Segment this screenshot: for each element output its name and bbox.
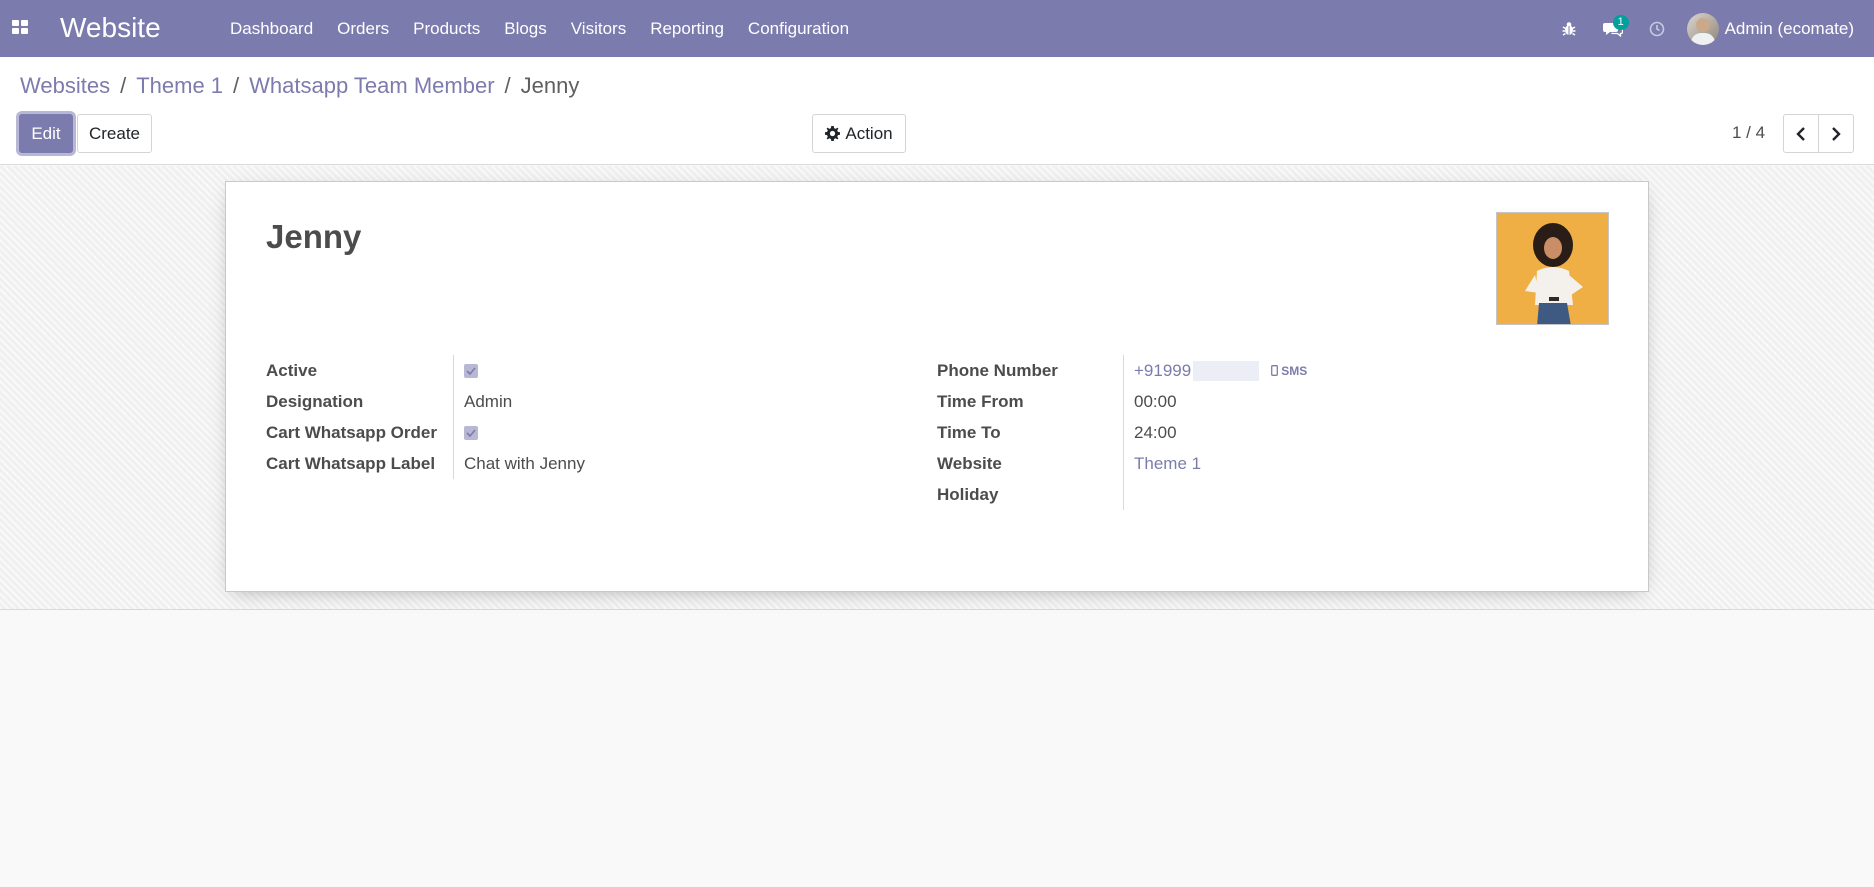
breadcrumb-separator: / bbox=[504, 73, 511, 98]
field-row-website: Website Theme 1 bbox=[937, 448, 1307, 479]
top-navbar: Website Dashboard Orders Products Blogs … bbox=[0, 0, 1874, 57]
action-button[interactable]: Action bbox=[812, 114, 906, 153]
cart-whatsapp-label-value: Chat with Jenny bbox=[464, 453, 585, 473]
field-label-designation: Designation bbox=[266, 386, 454, 417]
menu-item-configuration[interactable]: Configuration bbox=[736, 0, 861, 57]
gear-icon bbox=[825, 126, 841, 141]
field-label-holiday: Holiday bbox=[937, 479, 1124, 510]
time-from-value: 00:00 bbox=[1134, 391, 1177, 411]
sms-button[interactable]: SMS bbox=[1271, 364, 1307, 378]
field-row-cart-whatsapp-order: Cart Whatsapp Order bbox=[266, 417, 585, 448]
field-label-phone-number: Phone Number bbox=[937, 355, 1124, 386]
pager-previous-button[interactable] bbox=[1783, 114, 1819, 153]
breadcrumb: Websites / Theme 1 / Whatsapp Team Membe… bbox=[20, 73, 579, 99]
field-row-active: Active bbox=[266, 355, 585, 386]
menu-item-visitors[interactable]: Visitors bbox=[559, 0, 638, 57]
control-panel: Websites / Theme 1 / Whatsapp Team Membe… bbox=[0, 57, 1874, 165]
field-row-cart-whatsapp-label: Cart Whatsapp Label Chat with Jenny bbox=[266, 448, 585, 479]
pager-value[interactable]: 1 / 4 bbox=[1732, 123, 1765, 143]
apps-menu-icon[interactable] bbox=[12, 20, 28, 34]
user-menu[interactable]: Admin (ecomate) bbox=[1679, 0, 1874, 57]
edit-button[interactable]: Edit bbox=[19, 114, 73, 153]
field-label-cart-whatsapp-order: Cart Whatsapp Order bbox=[266, 417, 454, 448]
mobile-icon bbox=[1271, 365, 1279, 376]
bug-icon[interactable] bbox=[1547, 0, 1591, 57]
chevron-left-icon bbox=[1796, 126, 1805, 141]
breadcrumb-whatsapp-team-member[interactable]: Whatsapp Team Member bbox=[249, 73, 494, 99]
clock-icon[interactable] bbox=[1635, 0, 1679, 57]
pager-next-button[interactable] bbox=[1818, 114, 1854, 153]
menu-item-reporting[interactable]: Reporting bbox=[638, 0, 736, 57]
field-row-phone-number: Phone Number +91999 SMS bbox=[937, 355, 1307, 386]
field-label-cart-whatsapp-label: Cart Whatsapp Label bbox=[266, 448, 454, 479]
field-label-time-to: Time To bbox=[937, 417, 1124, 448]
systray: 1 Admin (ecomate) bbox=[1547, 0, 1874, 57]
field-row-holiday: Holiday bbox=[937, 479, 1307, 510]
breadcrumb-websites[interactable]: Websites bbox=[20, 73, 110, 99]
app-title[interactable]: Website bbox=[60, 12, 161, 44]
record-name: Jenny bbox=[266, 218, 362, 255]
main-menu: Dashboard Orders Products Blogs Visitors… bbox=[218, 0, 861, 57]
menu-item-orders[interactable]: Orders bbox=[325, 0, 401, 57]
phone-number-redaction bbox=[1193, 360, 1260, 381]
field-row-time-to: Time To 24:00 bbox=[937, 417, 1307, 448]
active-checkbox[interactable] bbox=[464, 363, 478, 378]
menu-item-blogs[interactable]: Blogs bbox=[492, 0, 559, 57]
field-label-active: Active bbox=[266, 355, 454, 386]
phone-number-link[interactable]: +91999 bbox=[1134, 361, 1191, 381]
website-link[interactable]: Theme 1 bbox=[1134, 454, 1201, 474]
member-photo[interactable] bbox=[1496, 212, 1609, 325]
time-to-value: 24:00 bbox=[1134, 422, 1177, 442]
field-row-designation: Designation Admin bbox=[266, 386, 585, 417]
action-button-label: Action bbox=[845, 123, 893, 143]
breadcrumb-separator: / bbox=[120, 73, 127, 98]
avatar bbox=[1686, 12, 1719, 45]
menu-item-dashboard[interactable]: Dashboard bbox=[218, 0, 325, 57]
breadcrumb-separator: / bbox=[233, 73, 240, 98]
field-row-time-from: Time From 00:00 bbox=[937, 386, 1307, 417]
sms-label: SMS bbox=[1281, 363, 1308, 378]
menu-item-products[interactable]: Products bbox=[401, 0, 492, 57]
field-label-website: Website bbox=[937, 448, 1124, 479]
chat-icon[interactable]: 1 bbox=[1591, 0, 1635, 57]
field-label-time-from: Time From bbox=[937, 386, 1124, 417]
messages-badge: 1 bbox=[1612, 15, 1629, 30]
breadcrumb-current: Jenny bbox=[520, 73, 580, 98]
breadcrumb-theme[interactable]: Theme 1 bbox=[136, 73, 223, 99]
cart-whatsapp-order-checkbox[interactable] bbox=[464, 425, 478, 440]
chevron-right-icon bbox=[1832, 126, 1841, 141]
create-button[interactable]: Create bbox=[77, 114, 152, 153]
form-sheet: Jenny Active Designation Admin Cart What… bbox=[225, 181, 1649, 592]
left-field-group: Active Designation Admin Cart Whatsapp O… bbox=[266, 355, 585, 479]
right-field-group: Phone Number +91999 SMS Time From 00:00 … bbox=[937, 355, 1307, 510]
user-name: Admin (ecomate) bbox=[1724, 18, 1854, 38]
designation-value: Admin bbox=[464, 391, 513, 411]
